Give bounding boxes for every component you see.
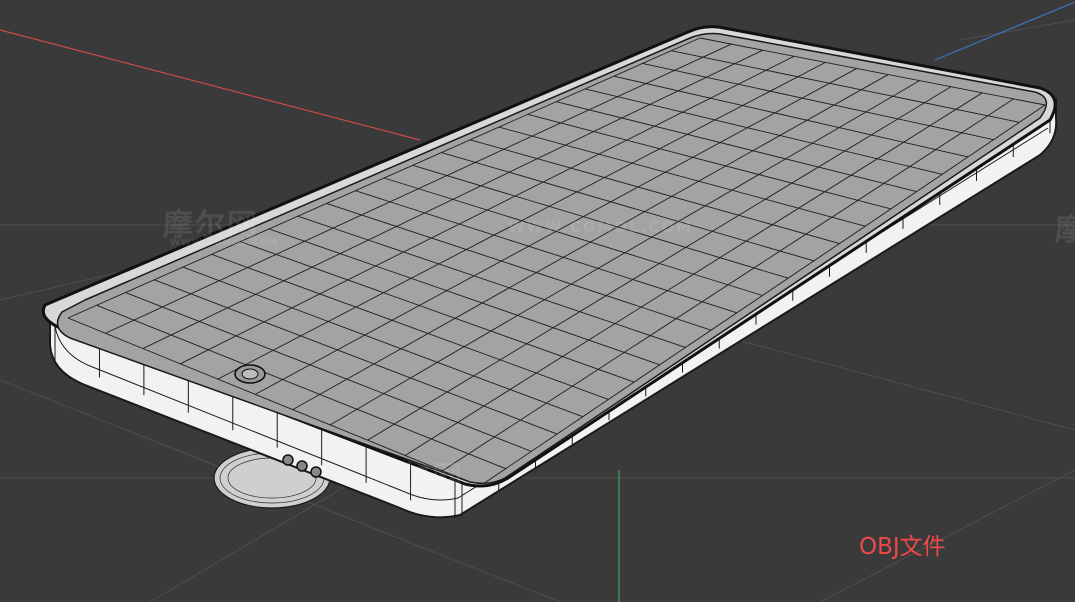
z-axis-line — [934, 1, 1075, 61]
x-axis-line — [0, 29, 421, 141]
file-format-label: OBJ文件 — [859, 534, 946, 560]
3d-viewport[interactable]: 摩尔网 WWW.CGMOL.COM WWW.CGMOL.COM 摩尔网 WWW.… — [0, 0, 1075, 602]
ground-grid-line — [959, 19, 1075, 41]
ground-grid-line — [699, 329, 1075, 431]
front-camera-icon — [234, 364, 266, 384]
viewport-scene[interactable] — [0, 0, 1075, 602]
